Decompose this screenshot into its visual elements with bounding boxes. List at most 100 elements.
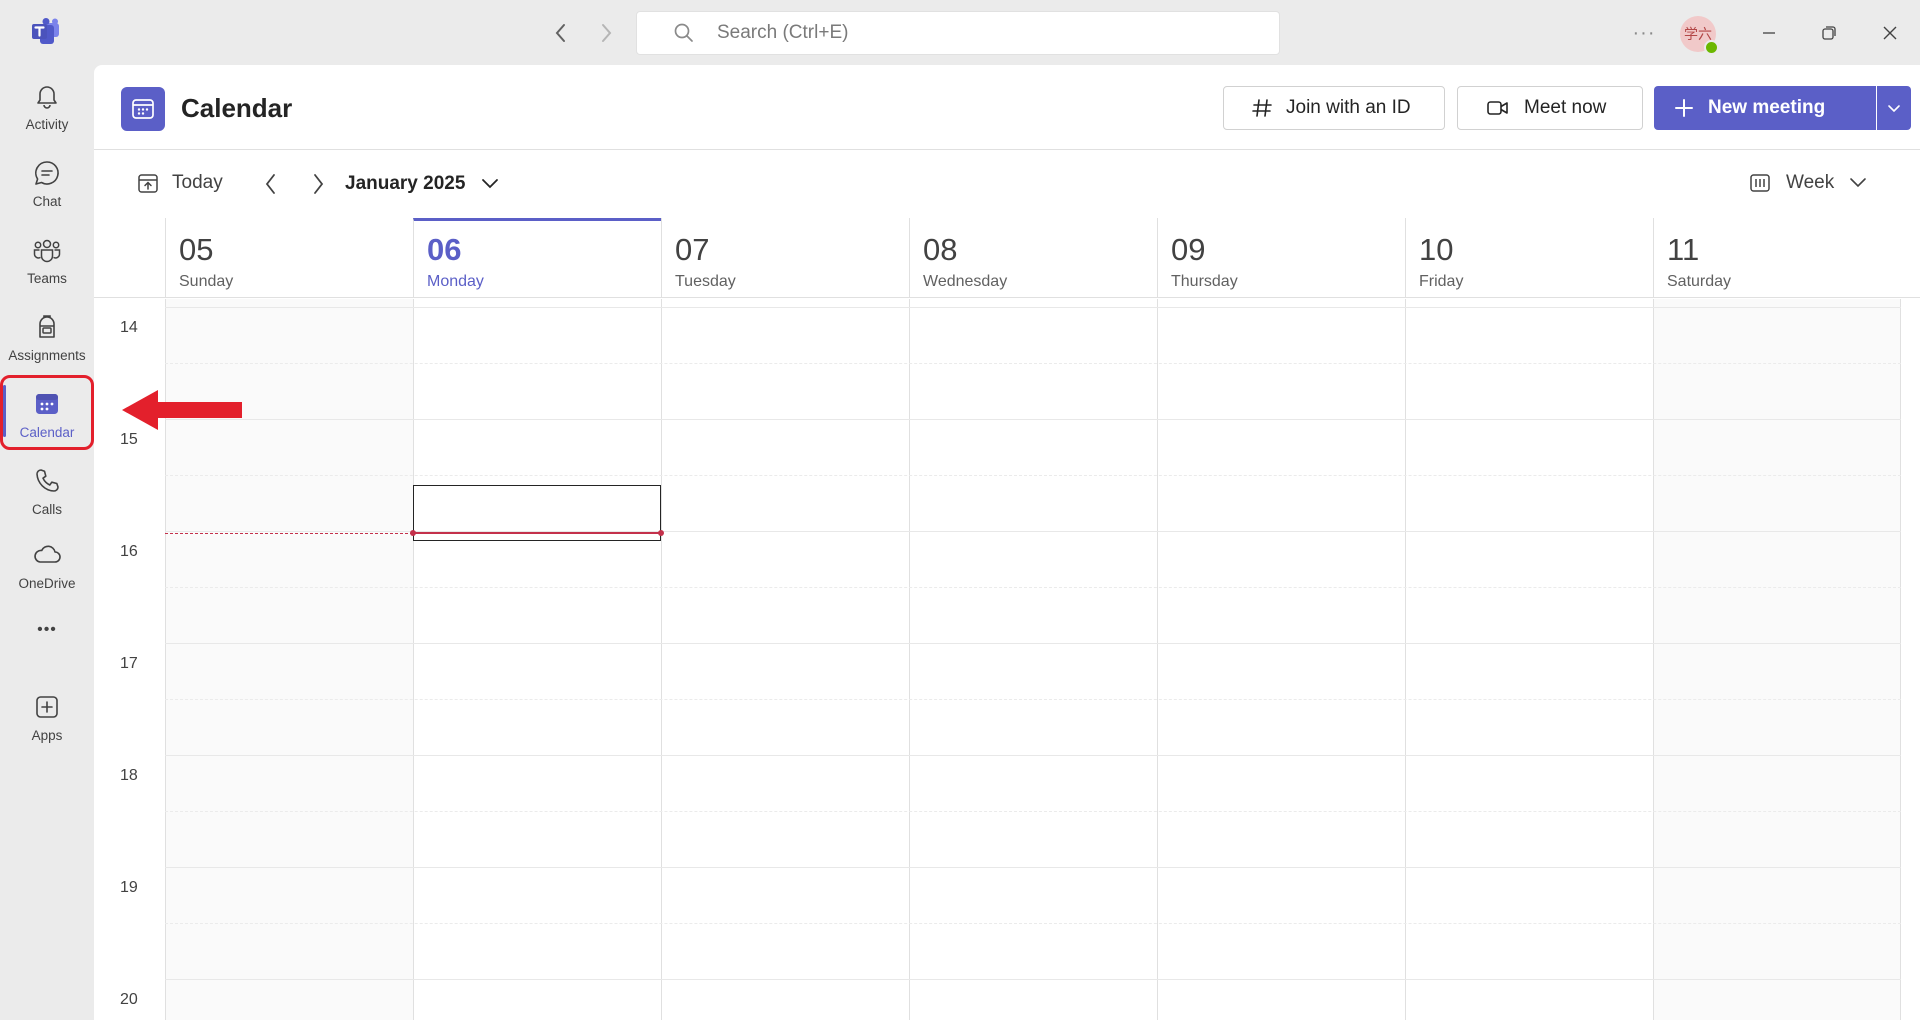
new-meeting-label: New meeting bbox=[1708, 97, 1826, 118]
plus-icon bbox=[1675, 99, 1693, 117]
day-header-tuesday[interactable]: 07 Tuesday bbox=[661, 218, 909, 298]
join-with-id-button[interactable]: Join with an ID bbox=[1223, 86, 1445, 130]
search-input[interactable]: Search (Ctrl+E) bbox=[636, 11, 1280, 55]
hour-label: 19 bbox=[120, 879, 138, 896]
new-meeting-options-button[interactable] bbox=[1877, 86, 1911, 130]
rail-label: Calls bbox=[31, 502, 62, 517]
rail-label: Apps bbox=[31, 728, 63, 743]
day-number: 09 bbox=[1171, 232, 1206, 267]
day-number: 11 bbox=[1667, 232, 1700, 267]
rail-item-calls[interactable]: Calls bbox=[0, 458, 94, 528]
rail-label: OneDrive bbox=[18, 576, 76, 591]
annotation-highlight-box bbox=[0, 375, 94, 450]
chevron-down-icon bbox=[482, 179, 498, 189]
half-hour-line bbox=[165, 587, 1901, 588]
current-time-line-dotted bbox=[165, 533, 413, 534]
day-column-friday[interactable] bbox=[1405, 299, 1653, 1020]
month-picker-label[interactable]: January 2025 bbox=[345, 173, 465, 195]
week-time-grid: 14 15 16 17 18 19 20 bbox=[94, 299, 1920, 1020]
day-name: Tuesday bbox=[675, 273, 736, 290]
back-button[interactable] bbox=[548, 20, 574, 46]
day-header-monday[interactable]: 06 Monday bbox=[413, 218, 661, 298]
week-view-icon bbox=[1750, 174, 1770, 192]
hour-line bbox=[165, 307, 1901, 308]
day-name: Sunday bbox=[179, 273, 234, 290]
backpack-icon bbox=[39, 315, 55, 338]
day-header-saturday[interactable]: 11 Saturday bbox=[1653, 218, 1920, 298]
page-title: Calendar bbox=[181, 93, 293, 123]
hour-label: 15 bbox=[120, 431, 138, 448]
rail-item-chat[interactable]: Chat bbox=[0, 150, 94, 220]
previous-week-button[interactable] bbox=[258, 171, 284, 197]
day-column-wednesday[interactable] bbox=[909, 299, 1157, 1020]
day-number: 06 bbox=[427, 232, 462, 267]
day-header-wednesday[interactable]: 08 Wednesday bbox=[909, 218, 1157, 298]
rail-label: Chat bbox=[32, 194, 62, 209]
rail-item-activity[interactable]: Activity bbox=[0, 73, 94, 143]
rail-more-apps-button[interactable]: ••• bbox=[0, 615, 94, 655]
day-number: 05 bbox=[179, 232, 214, 267]
new-meeting-button[interactable]: New meeting bbox=[1654, 86, 1876, 130]
day-name: Thursday bbox=[1171, 273, 1238, 290]
rail-item-assignments[interactable]: Assignments bbox=[0, 304, 94, 374]
current-time-dot bbox=[658, 530, 664, 536]
more-options-button[interactable]: ··· bbox=[1632, 21, 1656, 45]
rail-label: Assignments bbox=[8, 348, 86, 363]
chat-icon bbox=[35, 161, 59, 185]
day-name: Wednesday bbox=[923, 273, 1008, 290]
restore-icon bbox=[1822, 26, 1836, 40]
current-time-indicator bbox=[413, 532, 661, 534]
day-header-friday[interactable]: 10 Friday bbox=[1405, 218, 1653, 298]
teams-logo-icon[interactable] bbox=[31, 18, 61, 46]
hour-label: 16 bbox=[120, 543, 138, 560]
today-button[interactable]: Today bbox=[136, 171, 223, 195]
chevron-left-icon bbox=[265, 174, 275, 194]
title-bar: Search (Ctrl+E) ··· 学六 bbox=[0, 0, 1920, 65]
phone-icon bbox=[36, 469, 59, 492]
calendar-today-icon bbox=[138, 174, 158, 193]
add-app-icon bbox=[36, 696, 58, 718]
next-week-button[interactable] bbox=[305, 171, 331, 197]
annotation-arrow-icon bbox=[122, 390, 242, 430]
meet-now-label: Meet now bbox=[1524, 97, 1607, 118]
chevron-right-icon bbox=[602, 24, 612, 42]
main-panel: Calendar Join with an ID Meet now New me… bbox=[94, 65, 1920, 1020]
cloud-icon bbox=[34, 545, 61, 563]
day-column-thursday[interactable] bbox=[1157, 299, 1405, 1020]
minimize-button[interactable] bbox=[1754, 18, 1784, 48]
rail-label: Teams bbox=[27, 271, 67, 286]
hour-label: 18 bbox=[120, 767, 138, 784]
calendar-app-icon bbox=[121, 87, 165, 131]
hour-line bbox=[165, 867, 1901, 868]
rail-item-apps[interactable]: Apps bbox=[0, 684, 94, 754]
half-hour-line bbox=[165, 475, 1901, 476]
day-column-monday[interactable] bbox=[413, 299, 661, 1020]
day-number: 08 bbox=[923, 232, 958, 267]
day-column-tuesday[interactable] bbox=[661, 299, 909, 1020]
month-picker-button[interactable] bbox=[477, 171, 503, 197]
close-icon bbox=[1883, 26, 1897, 40]
view-switcher-button[interactable]: Week bbox=[1748, 171, 1870, 195]
forward-button[interactable] bbox=[593, 20, 619, 46]
day-header-sunday[interactable]: 05 Sunday bbox=[165, 218, 413, 298]
day-number: 07 bbox=[675, 232, 710, 267]
calendar-icon bbox=[132, 99, 154, 119]
more-dots-icon: ••• bbox=[37, 621, 57, 638]
video-camera-icon bbox=[1487, 101, 1508, 115]
rail-item-onedrive[interactable]: OneDrive bbox=[0, 532, 94, 602]
user-avatar[interactable]: 学六 bbox=[1680, 16, 1719, 55]
search-icon bbox=[674, 23, 693, 42]
day-name: Saturday bbox=[1667, 273, 1732, 290]
hour-label: 17 bbox=[120, 655, 138, 672]
day-number: 10 bbox=[1419, 232, 1454, 267]
rail-item-teams[interactable]: Teams bbox=[0, 227, 94, 297]
half-hour-line bbox=[165, 363, 1901, 364]
day-header-thursday[interactable]: 09 Thursday bbox=[1157, 218, 1405, 298]
meet-now-button[interactable]: Meet now bbox=[1457, 86, 1643, 130]
close-button[interactable] bbox=[1875, 18, 1905, 48]
teams-icon bbox=[33, 239, 61, 263]
restore-button[interactable] bbox=[1814, 18, 1844, 48]
presence-available-icon bbox=[1704, 40, 1719, 55]
chevron-left-icon bbox=[555, 24, 565, 42]
day-column-saturday[interactable] bbox=[1653, 299, 1901, 1020]
